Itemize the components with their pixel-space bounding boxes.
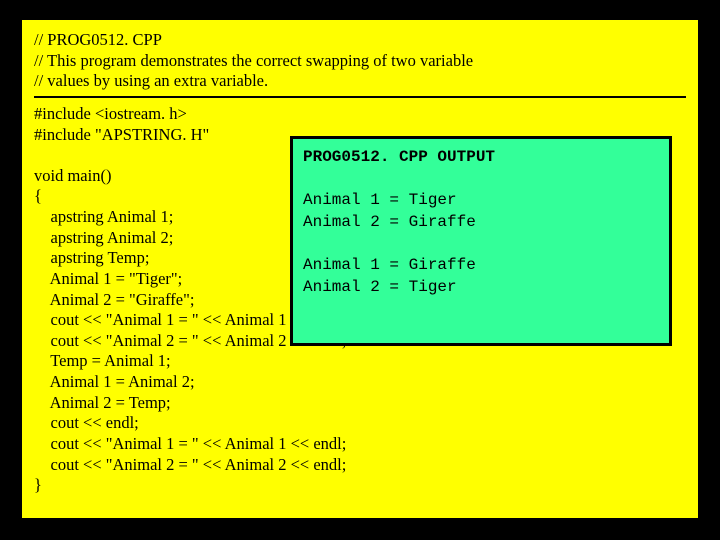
output-line: Animal 2 = Giraffe bbox=[303, 212, 659, 234]
code-line: cout << endl; bbox=[34, 413, 686, 434]
comment-header: // PROG0512. CPP // This program demonst… bbox=[34, 30, 686, 98]
code-line: } bbox=[34, 475, 686, 496]
output-line: Animal 1 = Tiger bbox=[303, 190, 659, 212]
output-blank bbox=[303, 169, 659, 191]
output-line: Animal 2 = Tiger bbox=[303, 277, 659, 299]
code-line: cout << "Animal 1 = " << Animal 1 << end… bbox=[34, 434, 686, 455]
code-panel: // PROG0512. CPP // This program demonst… bbox=[20, 18, 700, 520]
code-line: Animal 2 = Temp; bbox=[34, 393, 686, 414]
output-line: Animal 1 = Giraffe bbox=[303, 255, 659, 277]
code-line: #include <iostream. h> bbox=[34, 104, 686, 125]
output-blank bbox=[303, 233, 659, 255]
output-panel: PROG0512. CPP OUTPUT Animal 1 = Tiger An… bbox=[290, 136, 672, 346]
output-title: PROG0512. CPP OUTPUT bbox=[303, 147, 659, 169]
code-line: Temp = Animal 1; bbox=[34, 351, 686, 372]
comment-line: // values by using an extra variable. bbox=[34, 71, 686, 92]
code-line: cout << "Animal 2 = " << Animal 2 << end… bbox=[34, 455, 686, 476]
code-line: Animal 1 = Animal 2; bbox=[34, 372, 686, 393]
comment-line: // PROG0512. CPP bbox=[34, 30, 686, 51]
comment-line: // This program demonstrates the correct… bbox=[34, 51, 686, 72]
